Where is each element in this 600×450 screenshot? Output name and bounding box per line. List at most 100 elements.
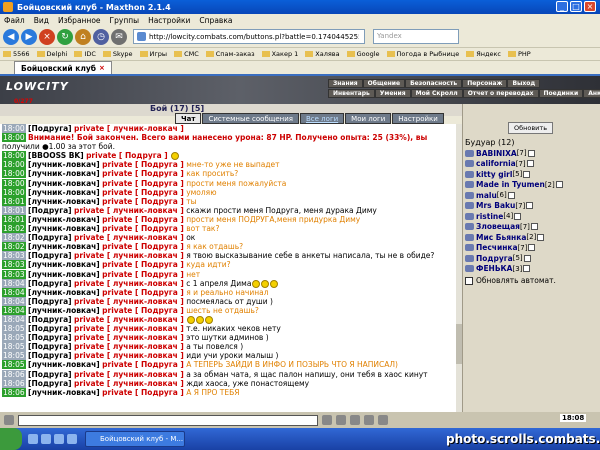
private-recipient[interactable]: private [ Подруга ] (102, 288, 184, 297)
message-author[interactable]: [лучник-ловкач] (28, 270, 100, 279)
message-author[interactable]: [Подруга] (28, 315, 72, 324)
bookmark-item[interactable]: Google (346, 50, 380, 58)
message-author[interactable]: [лучник-ловкач] (28, 215, 100, 224)
filter-icon[interactable] (364, 415, 374, 425)
menu-file[interactable]: Файл (4, 16, 25, 25)
nav-skills[interactable]: Умения (374, 89, 411, 98)
message-time[interactable]: 18:05 (2, 351, 26, 361)
user-info-icon[interactable] (507, 191, 515, 199)
tab-fight-club[interactable]: Бойцовский клуб × (14, 61, 112, 74)
chat-input[interactable] (18, 414, 318, 426)
bookmark-item[interactable]: Халява (305, 50, 340, 58)
menu-view[interactable]: Вид (34, 16, 49, 25)
private-recipient[interactable]: private [ Подруга ] (102, 215, 184, 224)
home-icon[interactable]: ⌂ (75, 28, 91, 45)
send-icon[interactable] (322, 415, 332, 425)
address-bar[interactable] (133, 29, 365, 44)
user-name[interactable]: malu (476, 191, 497, 200)
private-recipient[interactable]: private [ лучник-ловкач ] (74, 206, 184, 215)
private-recipient[interactable]: private [ Подруга ] (102, 388, 184, 397)
user-info-icon[interactable] (555, 181, 563, 189)
private-recipient[interactable]: private [ Подруга ] (102, 160, 184, 169)
private-recipient[interactable]: private [ Подруга ] (102, 224, 184, 233)
user-info-icon[interactable] (526, 160, 534, 168)
message-time[interactable]: 18:04 (2, 296, 26, 306)
user-row[interactable]: Песчинка [7] (465, 243, 563, 254)
message-author[interactable]: [лучник-ловкач] (28, 179, 100, 188)
user-name[interactable]: Made in Tyumen (476, 180, 545, 189)
search-input[interactable]: Yandex (373, 29, 459, 44)
message-time[interactable]: 18:04 (2, 278, 26, 288)
bookmark-item[interactable]: Игры (139, 50, 167, 58)
message-time[interactable]: 18:06 (2, 387, 26, 397)
message-author[interactable]: [Подруга] (28, 251, 72, 260)
user-name[interactable]: ФЕНЬКА (476, 264, 513, 273)
private-recipient[interactable]: private [ Подруга ] (102, 360, 184, 369)
message-author[interactable]: [Подруга] (28, 206, 72, 215)
nav-knowledge[interactable]: Знания (328, 79, 363, 88)
smile-icon[interactable] (350, 415, 360, 425)
private-recipient[interactable]: private [ лучник-ловкач ] (74, 315, 184, 324)
nav-inventory[interactable]: Инвентарь (328, 89, 375, 98)
user-name[interactable]: Mrs Baku (476, 201, 515, 210)
message-time[interactable]: 18:06 (2, 369, 26, 379)
message-author[interactable]: [Подруга] (28, 297, 72, 306)
bookmark-item[interactable]: CMC (174, 50, 199, 58)
quick-launch-icon[interactable] (41, 434, 51, 444)
message-author[interactable]: [Подруга] (28, 233, 72, 242)
private-recipient[interactable]: private [ Подруга ] (102, 306, 184, 315)
private-recipient[interactable]: private [ лучник-ловкач ] (74, 370, 184, 379)
message-author[interactable]: [лучник-ловкач] (28, 197, 100, 206)
auto-refresh-checkbox[interactable] (465, 276, 473, 285)
bookmark-item[interactable]: Хакер 1 (261, 50, 298, 58)
window-titlebar[interactable]: Бойцовский клуб - Maxthon 2.1.4 _ □ × (0, 0, 600, 14)
address-input[interactable] (149, 32, 359, 41)
bookmark-item[interactable]: Delphi (36, 50, 67, 58)
user-name[interactable]: Подруга (476, 254, 513, 263)
nav-fights[interactable]: Поединки (538, 89, 584, 98)
user-row[interactable]: Мис Бьянка [2] (465, 232, 563, 243)
nav-exit[interactable]: Выход (507, 79, 541, 88)
message-author[interactable]: [Подруга] (28, 370, 72, 379)
message-time[interactable]: 18:06 (2, 378, 26, 388)
auto-refresh-toggle[interactable]: Обновлять автомат. (465, 276, 556, 285)
message-time[interactable]: 18:00 (2, 160, 26, 170)
user-name[interactable]: california (476, 159, 516, 168)
message-author[interactable]: [лучник-ловкач] (28, 288, 100, 297)
user-name[interactable]: Мис Бьянка (476, 233, 526, 242)
message-time[interactable]: 18:00 (2, 133, 26, 143)
private-recipient[interactable]: private [ Подруга ] (102, 188, 184, 197)
message-time[interactable]: 18:03 (2, 251, 26, 261)
message-time[interactable]: 18:03 (2, 269, 26, 279)
quick-launch-icon[interactable] (54, 434, 64, 444)
back-icon[interactable]: ◀ (3, 28, 19, 45)
message-time[interactable]: 18:00 (2, 151, 26, 161)
user-info-icon[interactable] (523, 170, 531, 178)
message-author[interactable]: [лучник-ловкач] (28, 188, 100, 197)
user-info-icon[interactable] (537, 233, 545, 241)
message-author[interactable]: [лучник-ловкач] (28, 169, 100, 178)
refresh-button[interactable]: Обновить (508, 122, 554, 134)
user-name[interactable]: kitty girl (476, 170, 512, 179)
quick-launch-icon[interactable] (28, 434, 38, 444)
message-time[interactable]: 18:00 (2, 187, 26, 197)
bookmark-item[interactable]: Спам-заказ (205, 50, 255, 58)
chat-icon[interactable] (4, 415, 14, 425)
history-icon[interactable]: ◷ (93, 28, 109, 45)
message-author[interactable]: [лучник-ловкач] (28, 360, 100, 369)
message-time[interactable]: 18:05 (2, 342, 26, 352)
message-time[interactable]: 18:00 (2, 124, 26, 133)
user-name[interactable]: BABINIXA (476, 149, 517, 158)
user-row[interactable]: Зловещая [7] (465, 222, 563, 233)
message-time[interactable]: 18:04 (2, 287, 26, 297)
private-recipient[interactable]: private [ лучник-ловкач ] (74, 124, 184, 133)
nav-communication[interactable]: Общение (362, 79, 406, 88)
private-recipient[interactable]: private [ лучник-ловкач ] (74, 351, 184, 360)
close-button[interactable]: × (584, 1, 596, 12)
menu-settings[interactable]: Настройки (148, 16, 190, 25)
private-recipient[interactable]: private [ лучник-ловкач ] (74, 297, 184, 306)
private-recipient[interactable]: private [ лучник-ловкач ] (74, 342, 184, 351)
user-name[interactable]: Песчинка (476, 243, 518, 252)
message-author[interactable]: [лучник-ловкач] (28, 260, 100, 269)
user-row[interactable]: kitty girl [5] (465, 169, 563, 180)
